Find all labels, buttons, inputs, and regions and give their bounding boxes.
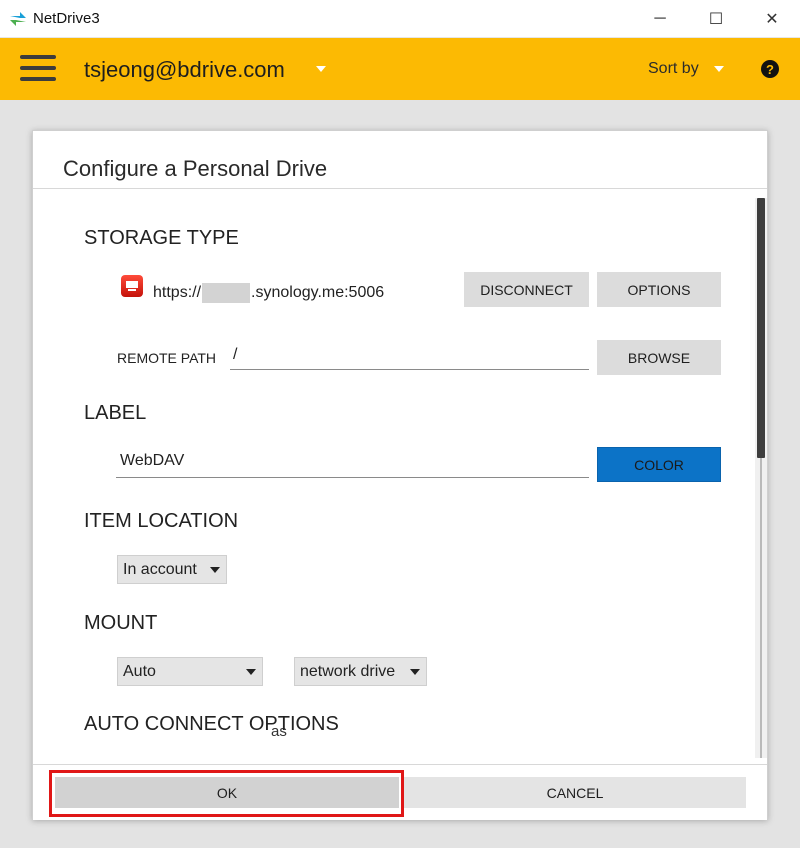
- cancel-button[interactable]: CANCEL: [404, 777, 746, 808]
- remote-path-input[interactable]: /: [230, 346, 589, 370]
- remote-path-label: REMOTE PATH: [117, 350, 217, 366]
- dialog-header: Configure a Personal Drive: [33, 131, 767, 189]
- mount-type-select[interactable]: network drive: [294, 657, 427, 686]
- storage-url: https:// .synology.me:5006: [153, 283, 384, 303]
- storage-url-suffix: .synology.me:5006: [251, 284, 385, 301]
- help-icon[interactable]: ?: [761, 60, 779, 78]
- account-dropdown-icon[interactable]: [316, 66, 326, 72]
- storage-url-prefix: https://: [153, 284, 202, 301]
- color-button[interactable]: COLOR: [597, 447, 721, 482]
- dialog-scroll-area[interactable]: STORAGE TYPE https:// .synology.me:5006 …: [33, 190, 767, 764]
- hamburger-menu-icon[interactable]: [20, 55, 56, 83]
- account-selector[interactable]: tsjeong@bdrive.com: [84, 57, 285, 83]
- auto-connect-heading: AUTO CONNECT OPTIONS: [84, 713, 339, 735]
- netdrive-logo-icon: [10, 12, 26, 26]
- label-input[interactable]: WebDAV: [116, 452, 589, 478]
- item-location-select[interactable]: In account: [117, 555, 227, 584]
- dialog-footer: OK CANCEL: [33, 764, 767, 820]
- disconnect-button[interactable]: DISCONNECT: [464, 272, 589, 307]
- mount-mode-value: Auto: [123, 662, 156, 680]
- mount-type-value: network drive: [300, 662, 396, 680]
- close-button[interactable]: ✕: [744, 0, 800, 38]
- synology-storage-icon: [121, 275, 143, 297]
- sort-dropdown-icon[interactable]: [714, 66, 724, 72]
- app-header: tsjeong@bdrive.com Sort by ?: [0, 38, 800, 100]
- scrollbar-thumb[interactable]: [757, 198, 765, 458]
- dialog-title: Configure a Personal Drive: [63, 156, 328, 181]
- chevron-down-icon: [410, 669, 420, 675]
- browse-button[interactable]: BROWSE: [597, 340, 721, 375]
- maximize-button[interactable]: ☐: [688, 0, 744, 38]
- options-button[interactable]: OPTIONS: [597, 272, 721, 307]
- minimize-button[interactable]: ─: [632, 0, 688, 38]
- window-titlebar: NetDrive3 ─ ☐ ✕: [0, 0, 800, 38]
- mount-heading: MOUNT: [84, 612, 158, 634]
- item-location-heading: ITEM LOCATION: [84, 510, 239, 532]
- window-title: NetDrive3: [33, 10, 100, 27]
- label-heading: LABEL: [84, 402, 147, 424]
- chevron-down-icon: [246, 669, 256, 675]
- configure-drive-dialog: Configure a Personal Drive STORAGE TYPE …: [32, 130, 768, 820]
- chevron-down-icon: [210, 567, 220, 573]
- mount-mode-select[interactable]: Auto: [117, 657, 263, 686]
- ok-highlight-box: [49, 770, 404, 817]
- storage-type-heading: STORAGE TYPE: [84, 227, 239, 249]
- scrollbar-track: [760, 458, 762, 758]
- dialog-scrollbar[interactable]: [755, 198, 767, 758]
- item-location-value: In account: [123, 560, 197, 578]
- sort-by-button[interactable]: Sort by: [648, 60, 699, 78]
- redacted-host: [202, 283, 251, 303]
